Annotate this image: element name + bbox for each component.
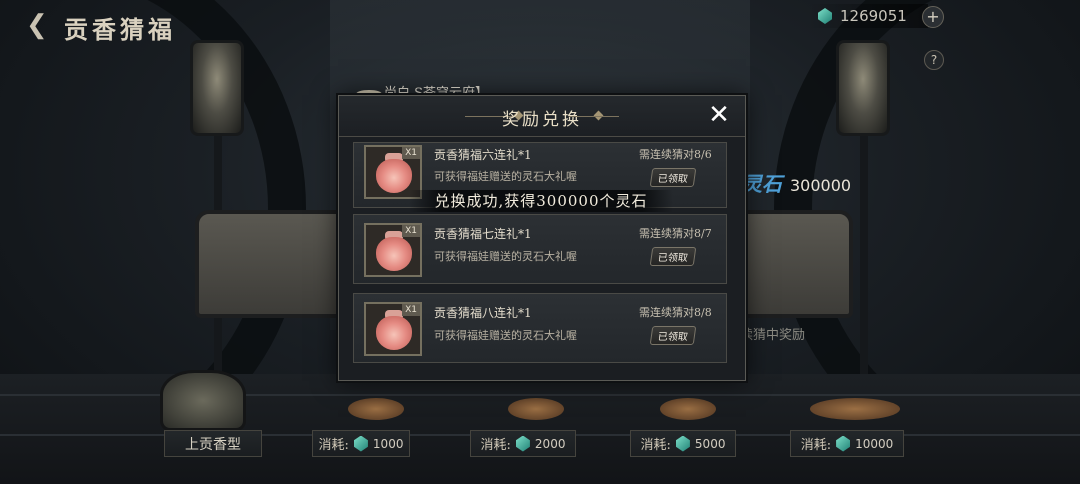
spirit-stone-value: 300000 xyxy=(790,176,852,195)
question-icon: ? xyxy=(930,53,938,67)
cost-value: 5000 xyxy=(694,436,726,451)
chevron-left-icon: ❮ xyxy=(26,10,48,40)
reward-requirement: 需连续猜对8/6 xyxy=(639,148,712,161)
cost-button-3[interactable]: 消耗: 5000 xyxy=(630,430,736,457)
reward-description: 可获得福娃赠送的灵石大礼喔 xyxy=(434,329,577,342)
reward-title: 贡香猜福八连礼*1 xyxy=(434,306,532,320)
title-ornament-right xyxy=(569,116,619,117)
page-title: 贡香猜福 xyxy=(64,15,176,44)
reward-row: X1 贡香猜福八连礼*1 可获得福娃赠送的灵石大礼喔 需连续猜对8/8 已领取 xyxy=(353,293,727,363)
cost-value: 2000 xyxy=(534,436,566,451)
back-button[interactable]: ❮ xyxy=(26,10,48,40)
exchange-success-toast: 兑换成功,获得300000个灵石 xyxy=(409,190,673,212)
plus-icon: + xyxy=(926,7,940,26)
spirit-gem-icon xyxy=(353,435,368,452)
spirit-gem-icon xyxy=(515,435,530,452)
spirit-stone-display: 灵石 300000 xyxy=(742,168,851,197)
offering-incense-powder xyxy=(348,398,404,420)
cost-button-1[interactable]: 消耗: 1000 xyxy=(312,430,410,457)
reward-title: 贡香猜福七连礼*1 xyxy=(434,227,532,241)
claimed-badge: 已领取 xyxy=(649,168,697,187)
add-currency-button[interactable]: + xyxy=(922,6,944,28)
reward-description: 可获得福娃赠送的灵石大礼喔 xyxy=(434,170,577,183)
reward-item-thumb[interactable]: X1 xyxy=(364,223,422,277)
currency-display: 1269051 xyxy=(808,4,928,28)
cost-label: 消耗: xyxy=(318,438,349,453)
incense-burner xyxy=(160,370,246,431)
spirit-gem-icon xyxy=(836,435,851,452)
cost-label: 消耗: xyxy=(640,438,671,453)
lantern-pole-right xyxy=(860,120,868,390)
incense-type-button[interactable]: 上贡香型 xyxy=(164,430,262,457)
reward-row: X1 贡香猜福七连礼*1 可获得福娃赠送的灵石大礼喔 需连续猜对8/7 已领取 xyxy=(353,214,727,284)
lantern-left xyxy=(190,40,244,136)
dialog-header: 奖励兑换 ✕ xyxy=(339,96,745,137)
consecutive-reward-button[interactable]: 续猜中奖励 xyxy=(740,324,805,343)
spirit-stone-label: 灵石 xyxy=(742,172,782,196)
cost-label: 消耗: xyxy=(480,438,511,453)
reward-item-thumb[interactable]: X1 xyxy=(364,302,422,356)
reward-requirement: 需连续猜对8/7 xyxy=(639,227,712,240)
dialog-title: 奖励兑换 xyxy=(502,110,582,130)
reward-title: 贡香猜福六连礼*1 xyxy=(434,148,532,162)
lantern-right xyxy=(836,40,890,136)
cost-button-2[interactable]: 消耗: 2000 xyxy=(470,430,576,457)
quantity-badge: X1 xyxy=(402,225,420,237)
offering-incense-coil xyxy=(508,398,564,420)
quantity-badge: X1 xyxy=(402,304,420,316)
close-button[interactable]: ✕ xyxy=(706,102,732,128)
claimed-badge: 已领取 xyxy=(649,326,697,345)
offering-incense-wood xyxy=(810,398,900,420)
close-icon: ✕ xyxy=(708,100,730,130)
currency-value: 1269051 xyxy=(840,7,907,25)
claimed-badge: 已领取 xyxy=(649,247,697,266)
cost-value: 10000 xyxy=(855,436,894,451)
reward-exchange-dialog: 奖励兑换 ✕ X1 贡香猜福六连礼*1 可获得福娃赠送的灵石大礼喔 需连续猜对8… xyxy=(338,95,746,381)
help-button[interactable]: ? xyxy=(924,50,944,70)
quantity-badge: X1 xyxy=(402,147,420,159)
cost-button-4[interactable]: 消耗: 10000 xyxy=(790,430,904,457)
spirit-gem-icon xyxy=(675,435,690,452)
reward-requirement: 需连续猜对8/8 xyxy=(639,306,712,319)
cost-value: 1000 xyxy=(372,436,404,451)
cost-label: 消耗: xyxy=(800,438,832,453)
reward-description: 可获得福娃赠送的灵石大礼喔 xyxy=(434,250,577,263)
spirit-gem-icon xyxy=(818,8,832,24)
offering-incense-sticks xyxy=(660,398,716,420)
